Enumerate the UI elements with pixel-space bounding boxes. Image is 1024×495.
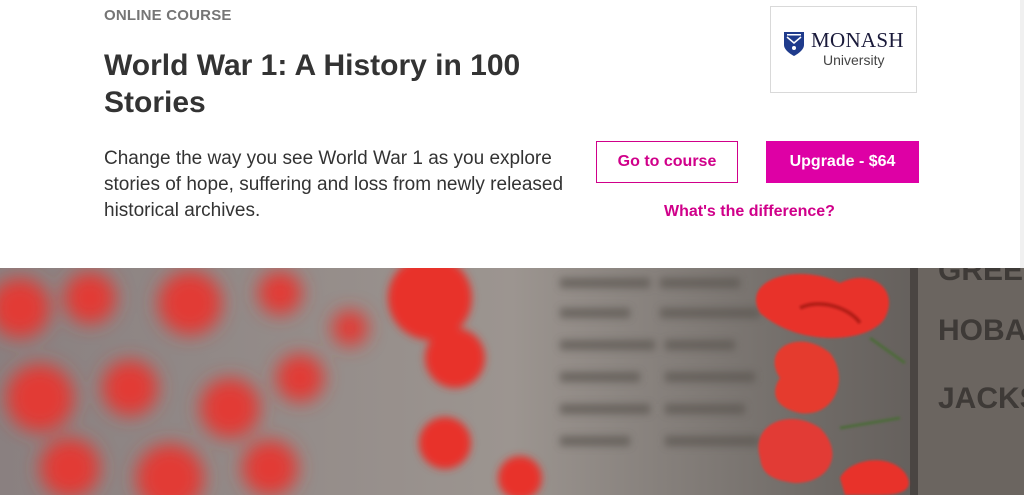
difference-link[interactable]: What's the difference? [664, 203, 835, 221]
upgrade-button[interactable]: Upgrade - $64 [766, 141, 919, 183]
provider-subtitle: University [823, 52, 885, 68]
wall-name-1: GREEN [938, 268, 1024, 287]
course-title: World War 1: A History in 100 Stories [104, 49, 521, 119]
scrollbar[interactable] [1020, 0, 1024, 268]
crest-icon [784, 32, 804, 56]
course-header: ONLINE COURSE World War 1: A History in … [0, 0, 1024, 268]
course-type-label: ONLINE COURSE [104, 7, 232, 24]
course-description: Change the way you see World War 1 as yo… [104, 148, 564, 221]
wall-name-2: HOBAN [938, 314, 1024, 347]
poppy-wall-image: GREEN HOBAN JACKS [0, 268, 1024, 495]
hero-image: GREEN HOBAN JACKS [0, 268, 1024, 495]
provider-logo[interactable]: MONASH University [770, 6, 917, 93]
provider-name: MONASH [811, 28, 904, 52]
wall-name-3: JACKS [938, 382, 1024, 415]
go-to-course-button[interactable]: Go to course [596, 141, 738, 183]
